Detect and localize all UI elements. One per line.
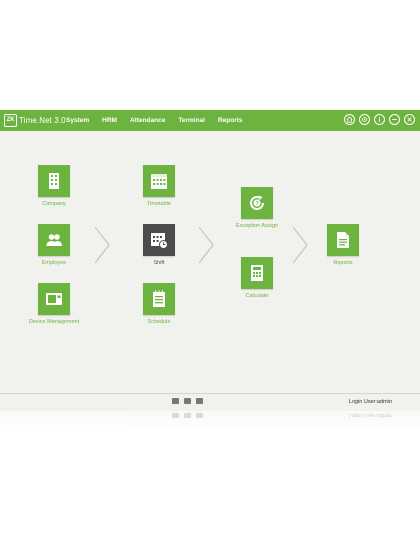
menu-hrm[interactable]: HRM: [102, 110, 117, 131]
building-icon: [38, 165, 70, 197]
timetable-module[interactable]: Timetable: [123, 165, 195, 207]
company-label: Company: [42, 201, 66, 207]
document-icon: [327, 224, 359, 256]
logo-mark: ZK: [4, 114, 17, 127]
device-management-module[interactable]: Device Management: [18, 283, 90, 325]
reflection-icon: [196, 413, 203, 418]
shift-label: Shift: [153, 260, 165, 266]
calculate-label: Calculate: [245, 293, 269, 299]
shift-module[interactable]: Shift: [123, 224, 195, 266]
monitor-icon[interactable]: [184, 398, 191, 404]
reflection-icons: [172, 413, 208, 418]
calendar-icon: [143, 165, 175, 197]
refresh-question-icon: ?: [241, 187, 273, 219]
reflection-text: Login User:admin: [348, 412, 392, 418]
main-menu: System HRM Attendance Terminal Reports: [66, 110, 256, 131]
title-bar: ZK Time.Net 3.0 System HRM Attendance Te…: [0, 110, 420, 131]
app-window: ZK Time.Net 3.0 System HRM Attendance Te…: [0, 110, 420, 411]
status-icons: [172, 398, 208, 404]
close-icon[interactable]: [404, 114, 415, 125]
reflection-icon: [172, 413, 179, 418]
exception-assign-module[interactable]: ? Exception Assign: [221, 187, 293, 229]
company-module[interactable]: Company: [18, 165, 90, 207]
app-logo: ZK Time.Net 3.0: [4, 114, 66, 127]
chevron-right-icon: [198, 226, 214, 264]
users-icon: [38, 224, 70, 256]
workflow-area: Company Employee Device Management Timet…: [0, 131, 420, 393]
calendar-clock-icon: [143, 224, 175, 256]
reflection: Login User:admin: [0, 411, 420, 431]
device-icon: [38, 283, 70, 315]
chevron-right-icon: [94, 226, 110, 264]
notepad-icon: [143, 283, 175, 315]
exception-assign-label: Exception Assign: [236, 223, 278, 229]
menu-system[interactable]: System: [66, 110, 89, 131]
window-tools: [340, 114, 415, 125]
timetable-label: Timetable: [147, 201, 171, 207]
calculator-icon: [241, 257, 273, 289]
user-card-icon[interactable]: [172, 398, 179, 404]
reflection-icon: [184, 413, 191, 418]
menu-terminal[interactable]: Terminal: [178, 110, 205, 131]
menu-reports[interactable]: Reports: [218, 110, 243, 131]
device-management-label: Device Management: [28, 319, 80, 325]
schedule-label: Schedule: [147, 319, 171, 325]
status-bar: Login User:admin: [0, 393, 420, 411]
reports-module[interactable]: Reports: [307, 224, 379, 266]
employee-label: Employee: [41, 260, 67, 266]
schedule-module[interactable]: Schedule: [123, 283, 195, 325]
home-icon[interactable]: [344, 114, 355, 125]
settings-icon[interactable]: [359, 114, 370, 125]
copy-icon[interactable]: [196, 398, 203, 404]
info-icon[interactable]: [374, 114, 385, 125]
menu-attendance[interactable]: Attendance: [130, 110, 165, 131]
login-user-text: Login User:admin: [348, 399, 392, 405]
employee-module[interactable]: Employee: [18, 224, 90, 266]
calculate-module[interactable]: Calculate: [221, 257, 293, 299]
reports-label: Reports: [333, 260, 353, 266]
app-title: Time.Net 3.0: [19, 116, 66, 125]
minimize-icon[interactable]: [389, 114, 400, 125]
